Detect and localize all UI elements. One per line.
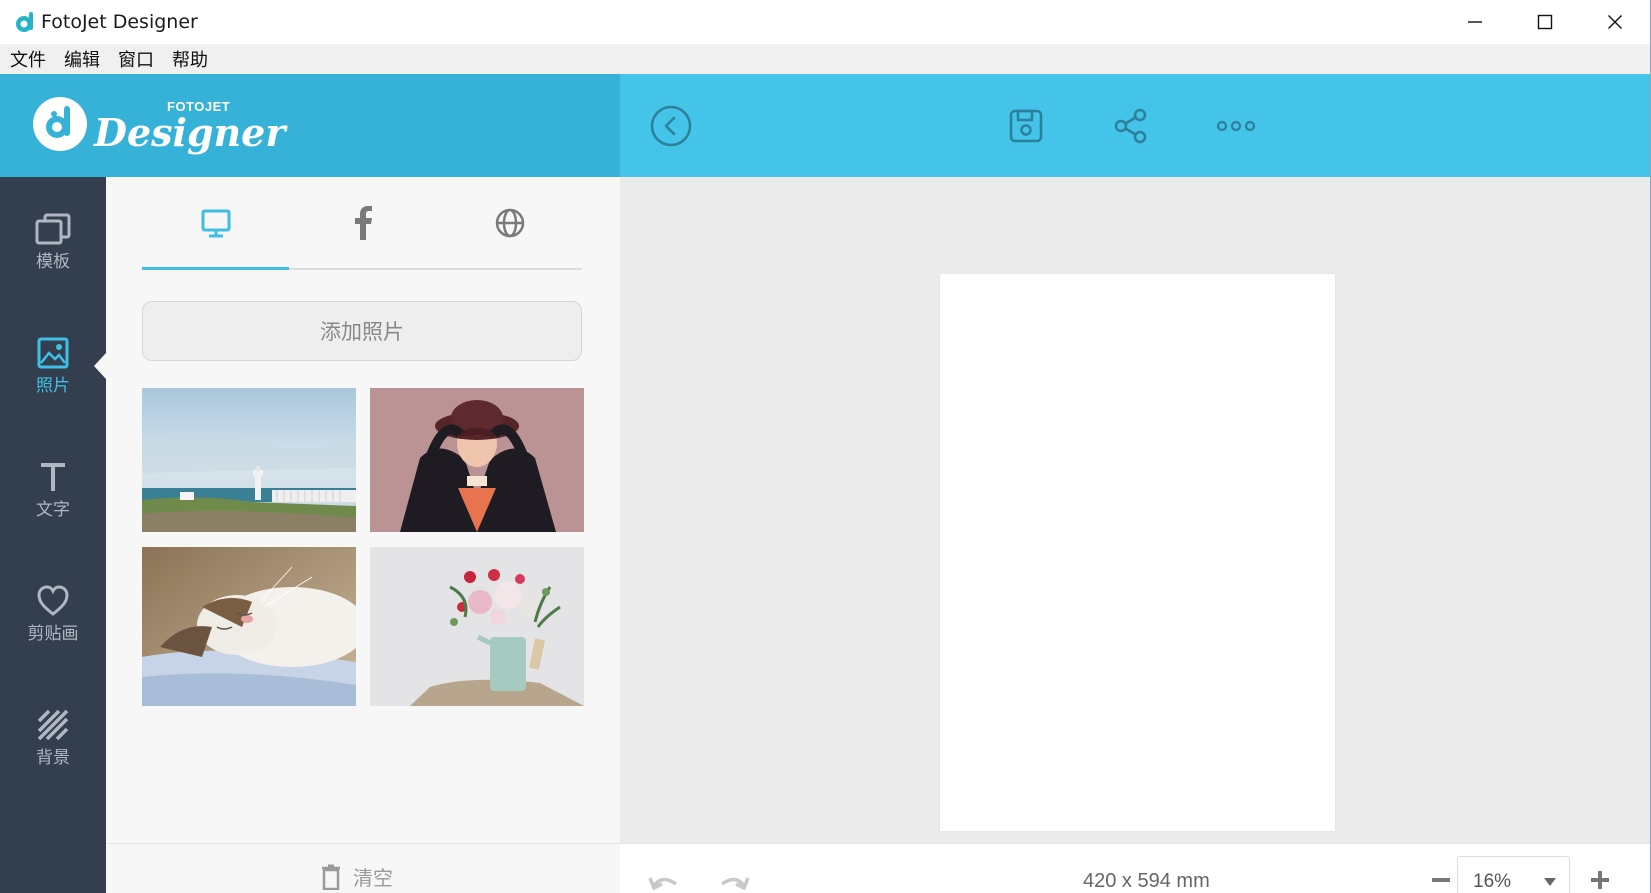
rail-label-clipart: 剪贴画 [27,624,79,644]
computer-icon [201,209,230,237]
close-button[interactable] [1580,0,1650,44]
left-nav-rail: 模板 照片 文字 剪贴画 背景 [0,177,106,893]
redo-button[interactable] [716,868,750,893]
clear-button[interactable]: 清空 [321,862,393,891]
window-title: FotoJet Designer [41,11,198,33]
rail-label-background: 背景 [36,748,70,768]
menu-window[interactable]: 窗口 [118,46,154,72]
more-icon [1216,120,1256,132]
active-rail-pointer [94,353,106,379]
app-logo: FOTOJET Designer [32,94,285,158]
pattern-icon [37,709,69,741]
more-button[interactable] [1208,98,1264,154]
template-icon [35,213,71,245]
close-icon [1608,15,1622,29]
bottom-status-bar: 420 x 594 mm 16% [620,843,1650,893]
tab-computer[interactable] [142,177,289,268]
text-icon [41,463,65,491]
photo-thumbnail-lighthouse[interactable] [142,388,356,532]
redo-icon [720,877,750,891]
plus-icon-vertical [1598,871,1602,889]
back-icon [650,105,692,147]
clear-label: 清空 [353,866,393,890]
zoom-value: 16% [1473,871,1512,892]
zoom-level-select[interactable]: 16% [1457,856,1570,893]
app-window: FotoJet Designer 文件 编辑 窗口 帮助 FOTOJET Des… [0,0,1651,893]
menu-edit[interactable]: 编辑 [64,46,100,72]
title-bar: FotoJet Designer [0,0,1650,44]
globe-icon [495,208,524,237]
zoom-in-button[interactable] [1586,866,1614,893]
rail-item-template[interactable]: 模板 [0,177,106,287]
tab-web[interactable] [436,177,583,268]
artboard[interactable] [940,274,1335,831]
logo-wordmark: Designer [94,110,286,155]
minimize-icon [1468,21,1482,23]
page-size-label: 420 x 594 mm [1083,870,1210,892]
back-button[interactable] [643,98,699,154]
photo-thumbnail-flowers[interactable] [370,547,584,706]
maximize-icon [1537,14,1553,30]
photo-icon [37,337,69,369]
rail-label-photo: 照片 [36,376,70,396]
rail-label-template: 模板 [36,252,70,272]
design-canvas-area [620,177,1650,843]
photo-panel: 添加照片 清空 [106,177,620,893]
minus-icon [1432,878,1450,882]
app-logo-icon [16,12,33,32]
save-icon [1009,109,1043,143]
menu-bar: 文件 编辑 窗口 帮助 [0,44,1650,74]
tab-facebook[interactable] [289,177,436,268]
add-photo-button[interactable]: 添加照片 [142,301,582,361]
share-icon [1114,108,1147,144]
header-logo-area: FOTOJET Designer [0,74,620,177]
photo-thumbnail-woman[interactable] [370,388,584,532]
header-toolbar [620,74,1650,177]
minimize-button[interactable] [1440,0,1510,44]
logo-mark-icon [33,97,87,151]
save-button[interactable] [998,98,1054,154]
panel-footer: 清空 [106,843,620,893]
heart-icon [37,585,69,616]
share-button[interactable] [1103,98,1159,154]
maximize-button[interactable] [1510,0,1580,44]
rail-item-photo[interactable]: 照片 [0,301,106,411]
rail-item-clipart[interactable]: 剪贴画 [0,549,106,659]
rail-item-text[interactable]: 文字 [0,425,106,535]
chevron-down-icon [1544,878,1556,886]
menu-help[interactable]: 帮助 [172,46,208,72]
menu-file[interactable]: 文件 [10,46,46,72]
undo-button[interactable] [648,868,682,893]
photo-source-tabs [142,177,582,270]
rail-label-text: 文字 [36,500,70,520]
trash-icon [322,864,340,890]
zoom-out-button[interactable] [1427,870,1455,890]
undo-icon [648,877,678,891]
rail-item-background[interactable]: 背景 [0,673,106,783]
facebook-icon [354,205,372,240]
active-tab-indicator [142,267,289,270]
photo-thumbnail-cat[interactable] [142,547,356,706]
